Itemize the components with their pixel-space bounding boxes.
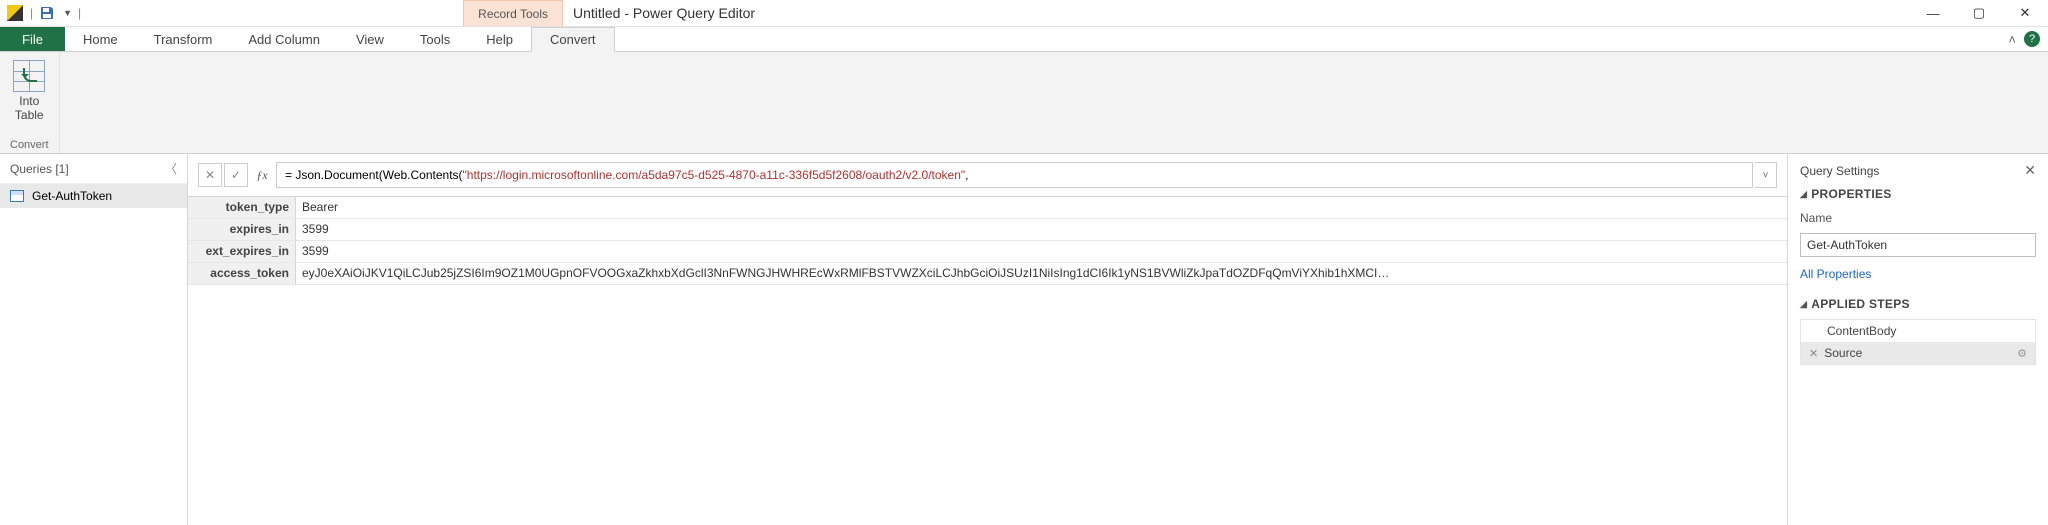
record-row[interactable]: ext_expires_in 3599 [188,241,1787,263]
triangle-down-icon: ◢ [1800,299,1807,310]
menu-transform[interactable]: Transform [136,27,231,51]
menu-add-column[interactable]: Add Column [230,27,338,51]
qat-dropdown-icon[interactable]: ▼ [63,8,72,18]
separator: | [30,6,33,20]
properties-label: PROPERTIES [1811,187,1891,201]
menu-view[interactable]: View [338,27,402,51]
delete-step-icon[interactable]: ✕ [1809,347,1818,360]
record-row[interactable]: token_type Bearer [188,197,1787,219]
queries-pane: Queries [1] 〈 Get-AuthToken [0,154,188,525]
formula-prefix: = Json.Document(Web.Contents( [285,168,463,182]
applied-steps-section-header[interactable]: ◢ APPLIED STEPS [1800,297,2036,311]
record-value: 3599 [296,241,1787,262]
gear-icon[interactable]: ⚙ [2017,347,2027,360]
query-settings-pane: Query Settings ✕ ◢ PROPERTIES Name All P… [1788,154,2048,525]
name-label: Name [1800,211,2036,225]
query-item-label: Get-AuthToken [32,189,112,203]
applied-step[interactable]: ✕ Source ⚙ [1801,342,2035,364]
collapse-pane-icon[interactable]: 〈 [165,160,177,177]
step-label: Source [1824,346,1862,360]
expand-formula-icon[interactable]: ˅ [1755,162,1777,188]
record-value: Bearer [296,197,1787,218]
ribbon-group-title: Convert [10,139,49,151]
triangle-down-icon: ◢ [1800,189,1807,200]
record-row[interactable]: access_token eyJ0eXAiOiJKV1QiLCJub25jZSI… [188,263,1787,285]
help-icon[interactable]: ? [2024,31,2040,47]
menu-home[interactable]: Home [65,27,136,51]
commit-formula-button[interactable]: ✓ [224,163,248,187]
minimize-button[interactable]: — [1910,0,1956,26]
record-key: expires_in [188,219,296,240]
record-value: 3599 [296,219,1787,240]
applied-steps-label: APPLIED STEPS [1811,297,1910,311]
ribbon-group-convert: Into Table Convert [0,52,60,153]
close-settings-icon[interactable]: ✕ [2024,162,2036,179]
applied-step[interactable]: ContentBody [1801,320,2035,342]
app-icon [7,5,23,21]
record-row[interactable]: expires_in 3599 [188,219,1787,241]
settings-title: Query Settings [1800,164,1879,178]
step-label: ContentBody [1827,324,1896,338]
properties-section-header[interactable]: ◢ PROPERTIES [1800,187,2036,201]
fx-icon[interactable]: ƒx [250,163,274,187]
table-icon [10,190,24,202]
into-table-button[interactable]: Into Table [13,58,45,123]
cancel-formula-button[interactable]: ✕ [198,163,222,187]
formula-url: "https://login.microsoftonline.com/a5da9… [463,168,966,182]
formula-suffix: , [965,168,968,182]
contextual-tab-label: Record Tools [463,0,563,26]
formula-bar: ✕ ✓ ƒx = Json.Document(Web.Contents("htt… [188,154,1787,196]
query-item[interactable]: Get-AuthToken [0,184,187,208]
menu-convert[interactable]: Convert [531,27,615,52]
save-icon[interactable] [39,5,55,21]
all-properties-link[interactable]: All Properties [1800,267,2036,281]
record-key: ext_expires_in [188,241,296,262]
menu-file[interactable]: File [0,27,65,51]
close-button[interactable]: ✕ [2002,0,2048,26]
maximize-button[interactable]: ▢ [1956,0,2002,26]
record-value: eyJ0eXAiOiJKV1QiLCJub25jZSI6Im9OZ1M0UGpn… [296,263,1787,284]
formula-input[interactable]: = Json.Document(Web.Contents("https://lo… [276,162,1753,188]
menu-help[interactable]: Help [468,27,531,51]
menu-tools[interactable]: Tools [402,27,468,51]
window-title: Untitled - Power Query Editor [573,5,755,21]
query-name-input[interactable] [1800,233,2036,257]
queries-pane-title: Queries [1] [10,162,69,176]
record-key: access_token [188,263,296,284]
record-key: token_type [188,197,296,218]
collapse-ribbon-icon[interactable]: ˄ [2008,32,2016,47]
record-grid: token_type Bearer expires_in 3599 ext_ex… [188,196,1787,285]
separator: | [78,6,81,20]
into-table-label: Into Table [15,94,44,123]
into-table-icon [13,60,45,92]
